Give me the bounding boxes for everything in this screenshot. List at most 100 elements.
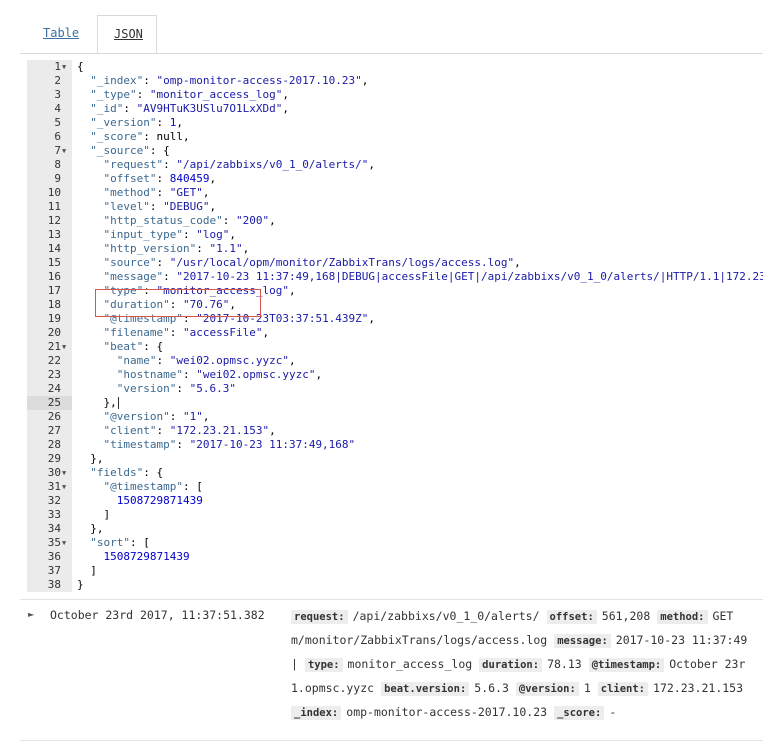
fold-toggle-icon[interactable]: ▼ [62,466,70,480]
code-line: "type": "monitor_access_log", [77,284,296,298]
code-line: "sort": [ [77,536,150,550]
code-line: "_id": "AV9HTuK3USlu7O1LxXDd", [77,102,289,116]
json-key: "_type" [90,88,137,101]
fold-toggle-icon[interactable]: ▼ [62,536,70,550]
field-label: @timestamp: [588,658,665,672]
line-number: 20 [47,326,61,339]
json-string: "DEBUG" [163,200,210,213]
field-value: 1 [583,681,591,695]
field-label: message: [554,634,611,648]
json-punct [77,130,90,143]
line-number: 5 [54,116,61,129]
json-key: "message" [103,270,164,283]
json-punct: , [269,424,276,437]
summary-line: m/monitor/ZabbixTrans/logs/access.log mes… [291,628,754,652]
json-punct: , [514,256,521,269]
json-string: "wei02.opmsc.yyzc" [169,354,289,367]
field-label: client: [597,682,649,696]
json-punct: : [ [130,536,150,549]
tab-json[interactable]: JSON [97,15,157,54]
json-string: "log" [196,228,230,241]
code-line: "_score": null, [77,130,190,144]
json-string: "omp-monitor-access-2017.10.23" [156,74,362,87]
tab-table[interactable]: Table [43,26,79,40]
json-punct [77,284,104,297]
code-line: "@timestamp": [ [77,480,203,494]
field-label: beat.version: [381,682,470,696]
line-number: 19 [47,312,61,325]
code-line: "version": "5.6.3" [77,382,236,396]
json-string: "1.1" [209,242,243,255]
json-punct: }, [77,522,104,535]
fold-toggle-icon[interactable]: ▼ [62,340,70,354]
json-punct: : [156,172,170,185]
fold-toggle-icon[interactable]: ▼ [62,480,70,494]
json-number: 1508729871439 [116,494,203,507]
field-value: 2017-10-23 11:37:49 [615,633,748,647]
json-key: "_source" [90,144,150,157]
line-number: 9 [54,172,61,185]
code-line: "timestamp": "2017-10-23 11:37:49,168" [77,438,356,452]
code-line: "filename": "accessFile", [77,326,270,340]
json-punct: , [209,200,217,213]
json-punct: , [368,158,376,171]
json-punct: : [143,74,157,87]
tab-json-label: JSON [114,27,143,41]
json-punct [77,438,104,451]
json-editor[interactable]: 1 ▼ 2 3 4 5 6 7 ▼ 8 9 10 11 12 13 14 15 16 17 18 19 20 21 ▼ 22 23… [27,60,763,592]
json-punct [77,228,104,241]
json-punct [77,256,104,269]
fold-toggle-icon[interactable]: ▼ [62,60,70,74]
json-punct [77,102,90,115]
json-key: "fields" [90,466,144,479]
code-line: "@version": "1", [77,410,210,424]
fold-toggle-icon[interactable]: ▼ [62,144,70,158]
json-code-area[interactable]: { "_index": "omp-monitor-access-2017.10.… [77,60,763,592]
line-number: 32 [47,494,61,507]
code-line: ] [77,508,110,522]
json-punct: , [262,326,270,339]
json-key: "level" [103,200,150,213]
code-line: 1508729871439 [77,494,203,508]
tab-divider [20,53,763,54]
field-label: offset: [546,610,597,624]
line-number: 15 [47,256,61,269]
line-number: 22 [47,354,61,367]
json-punct: : [143,284,157,297]
json-punct: }, [77,452,104,465]
json-key: "version" [116,382,177,395]
json-punct: : [156,354,170,367]
summary-line: | type: monitor_access_log duration: 78.13 @t… [291,652,752,676]
json-string: "70.76" [182,298,230,311]
json-punct [77,186,104,199]
code-line: 1508729871439 [77,550,190,564]
field-value: 172.23.21.153 [653,681,744,695]
expand-toggle-icon[interactable]: ► [28,610,34,619]
field-label: _score: [554,706,605,720]
json-punct: : null, [143,130,190,143]
json-key: "http_version" [103,242,197,255]
json-string: "GET" [169,186,203,199]
code-line: } [77,578,84,592]
json-punct [77,368,117,381]
code-line: ] [77,564,97,578]
line-number: 38 [47,578,61,591]
line-number: 37 [47,564,61,577]
line-number: 24 [47,382,61,395]
json-key: "filename" [103,326,170,339]
json-punct [77,144,90,157]
line-number: 1 [54,60,61,73]
json-string: "wei02.opmsc.yyzc" [196,368,316,381]
json-punct: , [282,88,289,101]
json-punct: , [315,368,323,381]
json-punct [77,172,104,185]
line-number: 4 [54,102,61,115]
line-number: 14 [47,242,61,255]
line-number: 26 [47,410,61,423]
json-punct: , [368,312,376,325]
doc-divider-top [20,599,763,600]
json-string: "2017-10-23T03:37:51.439Z" [196,312,369,325]
line-number: 21 [47,340,61,353]
json-key: "source" [103,256,157,269]
field-value: 78.13 [547,657,582,671]
